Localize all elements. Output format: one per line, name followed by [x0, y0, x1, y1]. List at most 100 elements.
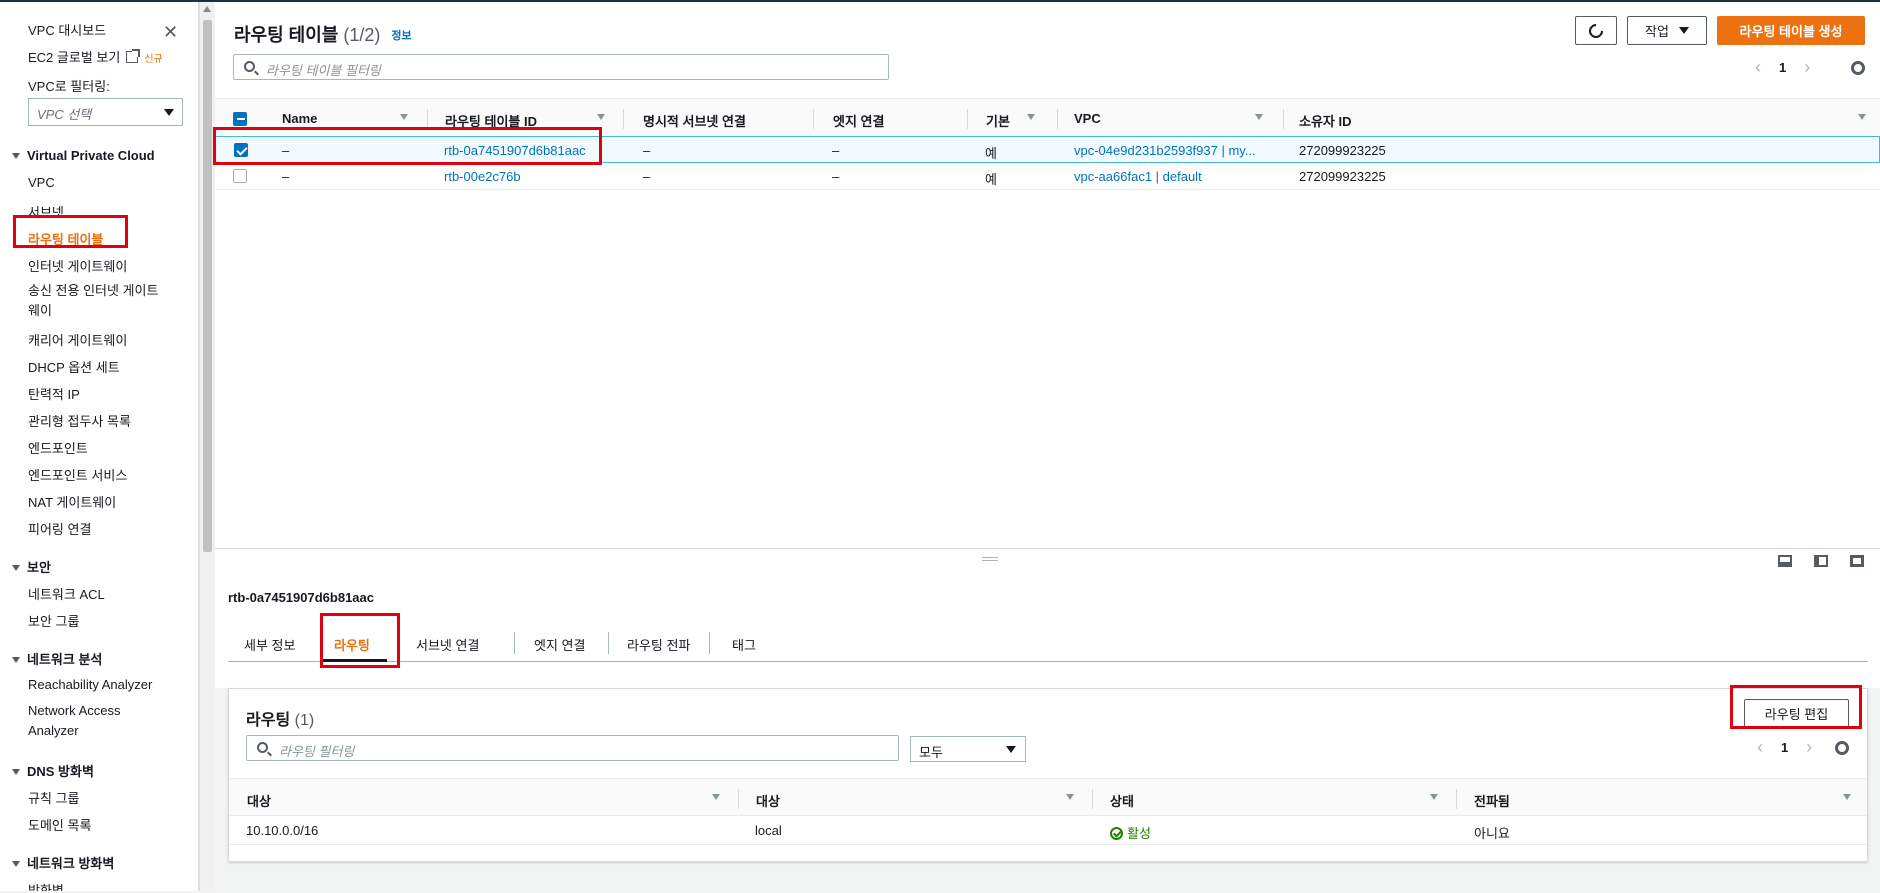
sidebar-item-rule-groups[interactable]: 규칙 그룹	[28, 788, 79, 807]
sidebar-item-endpoints[interactable]: 엔드포인트	[28, 438, 88, 457]
sidebar-item-security-groups[interactable]: 보안 그룹	[28, 611, 79, 630]
col-header-vpc[interactable]: VPC	[1074, 111, 1101, 126]
sort-icon[interactable]	[1066, 794, 1074, 800]
table-row[interactable]: – rtb-00e2c76b – – 예 vpc-aa66fac1 | defa…	[215, 163, 1880, 190]
tab-details[interactable]: 세부 정보	[244, 635, 295, 654]
col-header-destination[interactable]: 대상	[247, 791, 271, 810]
sidebar-item-dhcp-options[interactable]: DHCP 옵션 세트	[28, 357, 120, 376]
section-dns-firewall[interactable]: DNS 방화벽	[12, 761, 94, 780]
sidebar-item-network-acl[interactable]: 네트워크 ACL	[28, 584, 105, 603]
table-row[interactable]: – rtb-0a7451907d6b81aac – – 예 vpc-04e9d2…	[215, 136, 1880, 163]
tab-route-propagation[interactable]: 라우팅 전파	[627, 635, 690, 654]
route-filter-value: 모두	[919, 745, 943, 760]
settings-gear-icon[interactable]	[1835, 741, 1849, 755]
sort-icon[interactable]	[712, 794, 720, 800]
section-network-analysis[interactable]: 네트워크 분석	[12, 649, 102, 668]
route-table-search-input[interactable]: 라우팅 테이블 필터링	[233, 54, 889, 80]
search-icon	[257, 742, 268, 753]
column-divider	[967, 109, 968, 129]
next-page-icon[interactable]: ›	[1806, 737, 1812, 758]
section-security[interactable]: 보안	[12, 557, 51, 576]
sidebar-item-vpc-dashboard[interactable]: VPC 대시보드	[28, 20, 106, 39]
row-checkbox[interactable]	[233, 169, 247, 183]
sidebar-item-reachability[interactable]: Reachability Analyzer	[28, 677, 152, 692]
sidebar-item-ec2-global[interactable]: EC2 글로벌 보기 신규	[28, 47, 163, 66]
create-label: 라우팅 테이블 생성	[1739, 24, 1843, 39]
col-header-subnet[interactable]: 명시적 서브넷 연결	[643, 111, 746, 130]
sidebar-item-domain-lists[interactable]: 도메인 목록	[28, 815, 91, 834]
tab-edge-associations[interactable]: 엣지 연결	[534, 635, 585, 654]
page-number[interactable]: 1	[1781, 740, 1788, 755]
vpc-filter-select[interactable]: VPC 선택	[28, 98, 183, 126]
sidebar-item-prefix-lists[interactable]: 관리형 접두사 목록	[28, 411, 131, 430]
drag-handle-icon[interactable]	[982, 557, 998, 561]
sidebar-item-peering[interactable]: 피어링 연결	[28, 519, 91, 538]
prev-page-icon[interactable]: ‹	[1757, 737, 1763, 758]
sidebar-item-egress-only-igw[interactable]: 송신 전용 인터넷 게이트웨이	[28, 281, 168, 321]
tab-subnet-associations[interactable]: 서브넷 연결	[416, 635, 479, 654]
sidebar-item-elastic-ip[interactable]: 탄력적 IP	[28, 384, 80, 403]
route-search-input[interactable]: 라우팅 필터링	[246, 735, 899, 761]
sidebar-item-label: EC2 글로벌 보기	[28, 50, 121, 65]
next-page-icon[interactable]: ›	[1804, 57, 1810, 78]
settings-gear-icon[interactable]	[1851, 61, 1865, 75]
routes-card: 라우팅 (1) 라우팅 편집 라우팅 필터링 모두 ‹ 1 › 대상 대상 상태…	[228, 688, 1868, 862]
col-header-main[interactable]: 기본	[986, 111, 1010, 130]
expand-triangle-icon	[12, 769, 20, 775]
sort-icon[interactable]	[597, 114, 605, 120]
cell-vpc[interactable]: vpc-aa66fac1 | default	[1074, 169, 1202, 184]
section-label: 보안	[27, 560, 51, 575]
sidebar-item-subnets[interactable]: 서브넷	[28, 202, 64, 221]
panel-full-icon[interactable]	[1850, 555, 1864, 567]
panel-side-icon[interactable]	[1814, 555, 1828, 567]
sort-icon[interactable]	[1027, 114, 1035, 120]
row-checkbox[interactable]	[234, 143, 248, 157]
column-divider	[1092, 789, 1093, 809]
panel-bottom-icon[interactable]	[1778, 555, 1792, 567]
sidebar-item-carrier-gateways[interactable]: 캐리어 게이트웨이	[28, 330, 127, 349]
vpc-filter-placeholder: VPC 선택	[37, 107, 92, 122]
refresh-button[interactable]	[1575, 16, 1617, 45]
select-all-checkbox[interactable]	[233, 112, 247, 126]
sidebar-item-firewalls[interactable]: 방화벽	[28, 880, 64, 891]
col-header-propagated[interactable]: 전파됨	[1474, 791, 1510, 810]
cell-vpc[interactable]: vpc-04e9d231b2593f937 | my...	[1074, 143, 1256, 158]
sidebar-item-route-tables[interactable]: 라우팅 테이블	[28, 229, 103, 248]
col-header-owner[interactable]: 소유자 ID	[1299, 111, 1352, 130]
scroll-up-arrow-icon[interactable]	[203, 6, 211, 12]
section-network-firewall[interactable]: 네트워크 방화벽	[12, 853, 114, 872]
create-route-table-button[interactable]: 라우팅 테이블 생성	[1717, 16, 1865, 45]
col-header-id[interactable]: 라우팅 테이블 ID	[445, 111, 537, 130]
prev-page-icon[interactable]: ‹	[1755, 57, 1761, 78]
sort-icon[interactable]	[400, 114, 408, 120]
sidebar-item-nat-gateways[interactable]: NAT 게이트웨이	[28, 492, 116, 511]
route-tables-panel: 라우팅 테이블 (1/2) 정보 작업 라우팅 테이블 생성 라우팅 테이블 필…	[215, 2, 1880, 548]
col-header-name[interactable]: Name	[282, 111, 317, 126]
sidebar-item-network-access-analyzer[interactable]: Network Access Analyzer	[28, 701, 138, 741]
sort-icon[interactable]	[1255, 114, 1263, 120]
section-label: 네트워크 방화벽	[27, 856, 115, 871]
scrollbar-thumb[interactable]	[203, 20, 212, 552]
cell-route-table-id[interactable]: rtb-00e2c76b	[444, 169, 521, 184]
sidebar-item-vpc[interactable]: VPC	[28, 175, 55, 190]
panel-splitter[interactable]	[215, 548, 1880, 568]
tab-tags[interactable]: 태그	[732, 635, 756, 654]
sidebar-item-internet-gateways[interactable]: 인터넷 게이트웨이	[28, 256, 127, 275]
col-header-target[interactable]: 대상	[756, 791, 780, 810]
page-number[interactable]: 1	[1779, 60, 1786, 75]
actions-button[interactable]: 작업	[1627, 16, 1707, 45]
section-virtual-private-cloud[interactable]: Virtual Private Cloud	[12, 148, 155, 163]
close-icon[interactable]: ✕	[163, 22, 178, 43]
route-filter-select[interactable]: 모두	[910, 736, 1026, 762]
sidebar-scrollbar[interactable]	[199, 2, 214, 891]
sidebar-item-endpoint-services[interactable]: 엔드포인트 서비스	[28, 465, 127, 484]
sort-icon[interactable]	[1843, 794, 1851, 800]
info-link[interactable]: 정보	[391, 30, 411, 42]
cell-route-table-id[interactable]: rtb-0a7451907d6b81aac	[444, 143, 586, 158]
col-header-status[interactable]: 상태	[1110, 791, 1134, 810]
edit-routes-button[interactable]: 라우팅 편집	[1744, 699, 1849, 728]
sort-icon[interactable]	[1430, 794, 1438, 800]
tab-routes[interactable]: 라우팅	[334, 635, 370, 654]
col-header-edge[interactable]: 엣지 연결	[833, 111, 884, 130]
sort-icon[interactable]	[1858, 114, 1866, 120]
